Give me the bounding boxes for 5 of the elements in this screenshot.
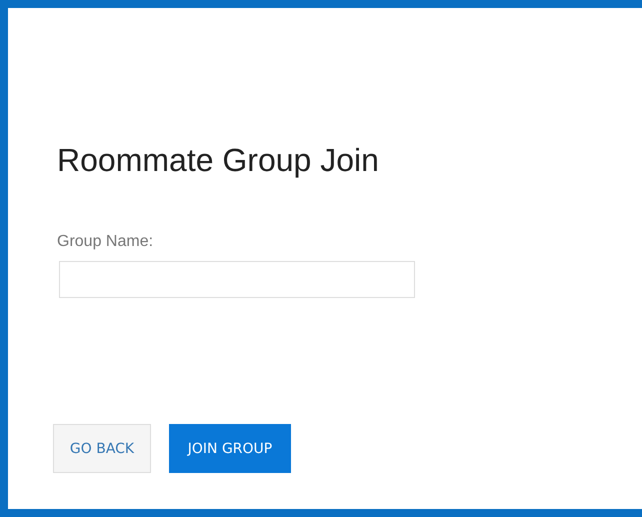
page-title: Roommate Group Join (57, 141, 379, 180)
join-button[interactable]: JOIN GROUP (169, 424, 291, 473)
input-field[interactable] (59, 261, 415, 298)
back-button[interactable]: GO BACK (53, 424, 151, 473)
field-label: Group Name: (57, 232, 154, 252)
